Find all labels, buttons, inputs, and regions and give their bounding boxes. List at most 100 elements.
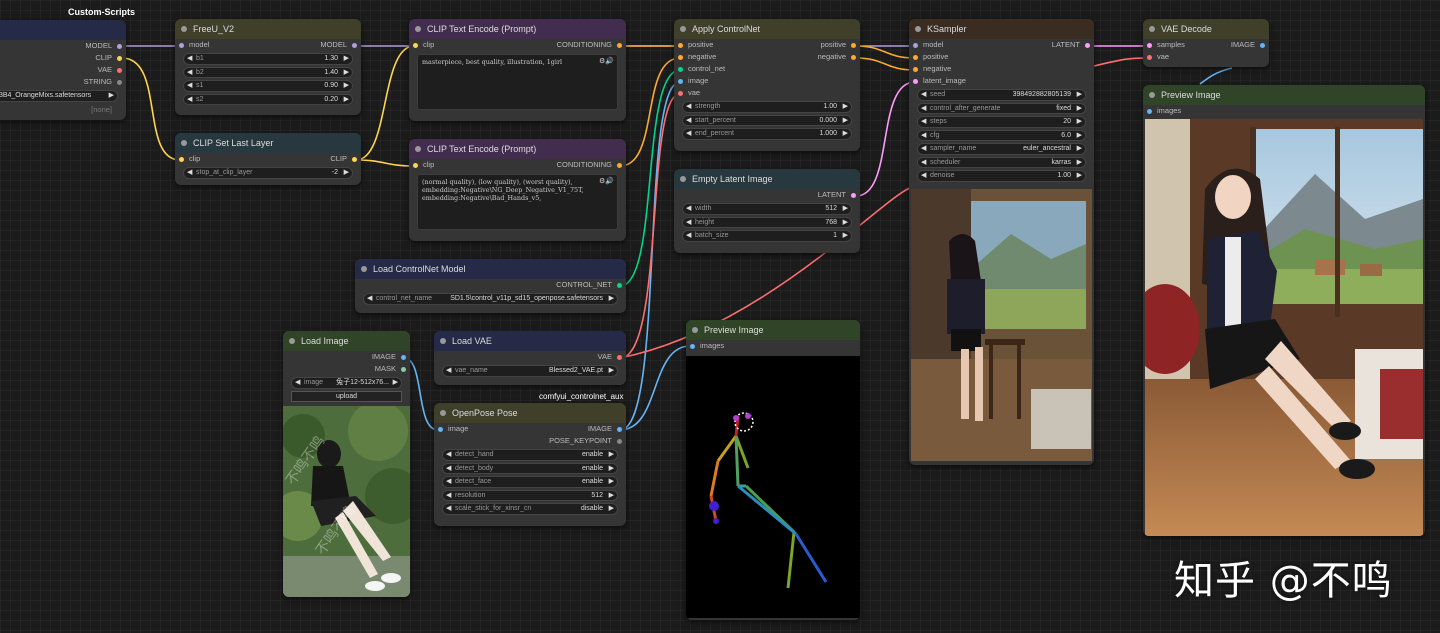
output-model[interactable]: MODEL xyxy=(0,40,126,52)
arrow-left-icon[interactable]: ◀ xyxy=(446,464,451,474)
arrow-left-icon[interactable]: ◀ xyxy=(446,491,451,501)
model-socket[interactable] xyxy=(117,44,122,49)
seed-widget[interactable]: ◀ seed 398492882805139 ▶ xyxy=(917,89,1086,101)
vae-decode-node[interactable]: VAE Decode samples IMAGE vae xyxy=(1143,19,1269,67)
arrow-right-icon[interactable]: ▶ xyxy=(344,68,349,78)
arrow-right-icon[interactable]: ▶ xyxy=(344,95,349,105)
arrow-right-icon[interactable]: ▶ xyxy=(609,464,614,474)
arrow-right-icon[interactable]: ▶ xyxy=(843,129,848,139)
arrow-left-icon[interactable]: ◀ xyxy=(187,95,192,105)
arrow-left-icon[interactable]: ◀ xyxy=(686,218,691,228)
arrow-left-icon[interactable]: ◀ xyxy=(446,366,451,376)
denoise-widget[interactable]: ◀ denoise 1.00 ▶ xyxy=(917,170,1086,182)
vae-decode-title-bar[interactable]: VAE Decode xyxy=(1143,19,1269,39)
sampler-name-widget[interactable]: ◀ sampler_name euler_ancestral ▶ xyxy=(917,143,1086,155)
arrow-right-icon[interactable]: ▶ xyxy=(843,218,848,228)
scale-stick-widget[interactable]: ◀ scale_stick_for_xinsr_cn disable ▶ xyxy=(442,503,618,515)
apply-row-image[interactable]: image xyxy=(674,75,860,87)
positive-input-socket[interactable] xyxy=(913,55,918,60)
arrow-left-icon[interactable]: ◀ xyxy=(446,504,451,514)
positive-input-socket[interactable] xyxy=(678,43,683,48)
openpose-row-keypoint[interactable]: POSE_KEYPOINT xyxy=(434,435,626,447)
collapse-dot-icon[interactable] xyxy=(181,26,187,32)
clip-output-socket[interactable] xyxy=(352,157,357,162)
ksampler-node[interactable]: KSampler model LATENT positive negative l… xyxy=(909,19,1094,465)
preview-pose-input[interactable]: images xyxy=(686,340,860,352)
ksampler-row-latent[interactable]: latent_image xyxy=(909,75,1094,87)
string-socket[interactable] xyxy=(117,80,122,85)
model-output-socket[interactable] xyxy=(352,43,357,48)
arrow-right-icon[interactable]: ▶ xyxy=(393,378,398,388)
conditioning-output-socket[interactable] xyxy=(617,163,622,168)
arrow-left-icon[interactable]: ◀ xyxy=(686,129,691,139)
load-vae-output[interactable]: VAE xyxy=(434,351,626,363)
mask-output-socket[interactable] xyxy=(401,367,406,372)
ksampler-row-positive[interactable]: positive xyxy=(909,51,1094,63)
ksampler-row-model[interactable]: model LATENT xyxy=(909,39,1094,51)
freeu-io[interactable]: model MODEL xyxy=(175,39,361,51)
collapse-dot-icon[interactable] xyxy=(692,327,698,333)
freeu-node[interactable]: FreeU_V2 model MODEL ◀ b1 1.30 ▶ ◀ b2 1.40 ▶ ◀… xyxy=(175,19,361,115)
collapse-dot-icon[interactable] xyxy=(415,146,421,152)
collapse-dot-icon[interactable] xyxy=(1149,26,1155,32)
arrow-right-icon[interactable]: ▶ xyxy=(344,81,349,91)
apply-controlnet-node[interactable]: Apply ControlNet positive positive negati… xyxy=(674,19,860,151)
latent-output-socket[interactable] xyxy=(851,193,856,198)
arrow-right-icon[interactable]: ▶ xyxy=(1077,158,1082,168)
output-string[interactable]: STRING xyxy=(0,76,126,88)
arrow-right-icon[interactable]: ▶ xyxy=(609,450,614,460)
apply-row-control-net[interactable]: control_net xyxy=(674,63,860,75)
apply-controlnet-title-bar[interactable]: Apply ControlNet xyxy=(674,19,860,39)
collapse-dot-icon[interactable] xyxy=(415,26,421,32)
cfg-widget[interactable]: ◀ cfg 6.0 ▶ xyxy=(917,129,1086,141)
image-select-widget[interactable]: ◀ image 兔子12-512x76... ▶ xyxy=(291,377,402,389)
negative-output-socket[interactable] xyxy=(851,55,856,60)
image-output-socket[interactable] xyxy=(1260,43,1265,48)
arrow-left-icon[interactable]: ◀ xyxy=(921,171,926,181)
arrow-left-icon[interactable]: ◀ xyxy=(367,294,372,304)
height-widget[interactable]: ◀ height 768 ▶ xyxy=(682,216,852,228)
collapse-dot-icon[interactable] xyxy=(680,176,686,182)
images-input-socket[interactable] xyxy=(1147,109,1152,114)
vae-decode-row-vae[interactable]: vae xyxy=(1143,51,1269,63)
ckpt-name-widget[interactable]: f3B4_OrangeMixs.safetensors ▶ xyxy=(0,90,118,102)
detect-body-widget[interactable]: ◀ detect_body enable ▶ xyxy=(442,462,618,474)
arrow-left-icon[interactable]: ◀ xyxy=(686,231,691,241)
arrow-left-icon[interactable]: ◀ xyxy=(921,90,926,100)
arrow-right-icon[interactable]: ▶ xyxy=(344,168,349,178)
arrow-right-icon[interactable]: ▶ xyxy=(843,204,848,214)
empty-latent-title-bar[interactable]: Empty Latent Image xyxy=(674,169,860,189)
arrow-left-icon[interactable]: ◀ xyxy=(921,144,926,154)
arrow-left-icon[interactable]: ◀ xyxy=(446,477,451,487)
load-vae-node[interactable]: Load VAE VAE ◀ vae_name Blessed2_VAE.pt ▶ xyxy=(434,331,626,385)
clip-text-encode-positive-node[interactable]: CLIP Text Encode (Prompt) clip CONDITION… xyxy=(409,19,626,121)
image-output-socket[interactable] xyxy=(401,355,406,360)
controlnet-output-socket[interactable] xyxy=(617,283,622,288)
checkpoint-title-bar[interactable] xyxy=(0,20,126,40)
load-image-title-bar[interactable]: Load Image xyxy=(283,331,410,351)
arrow-left-icon[interactable]: ◀ xyxy=(921,131,926,141)
arrow-right-icon[interactable]: ▶ xyxy=(1077,144,1082,154)
collapse-dot-icon[interactable] xyxy=(915,26,921,32)
s2-widget[interactable]: ◀ s2 0.20 ▶ xyxy=(183,93,353,105)
vae-output-socket[interactable] xyxy=(617,355,622,360)
load-image-output-mask[interactable]: MASK xyxy=(283,363,410,375)
preview-final-input[interactable]: images xyxy=(1143,105,1425,117)
arrow-right-icon[interactable]: ▶ xyxy=(344,54,349,64)
negative-input-socket[interactable] xyxy=(678,55,683,60)
load-vae-title-bar[interactable]: Load VAE xyxy=(434,331,626,351)
openpose-title-bar[interactable]: OpenPose Pose xyxy=(434,403,626,423)
apply-row-positive[interactable]: positive positive xyxy=(674,39,860,51)
collapse-dot-icon[interactable] xyxy=(440,338,446,344)
ksampler-title-bar[interactable]: KSampler xyxy=(909,19,1094,39)
arrow-right-icon[interactable]: ▶ xyxy=(609,491,614,501)
latent-input-socket[interactable] xyxy=(913,79,918,84)
width-widget[interactable]: ◀ width 512 ▶ xyxy=(682,203,852,215)
arrow-left-icon[interactable]: ◀ xyxy=(686,102,691,112)
load-image-node[interactable]: Load Image IMAGE MASK ◀ image 兔子12-512x76.… xyxy=(283,331,410,597)
output-vae[interactable]: VAE xyxy=(0,64,126,76)
preview-pose-node[interactable]: Preview Image images xyxy=(686,320,860,620)
arrow-left-icon[interactable]: ◀ xyxy=(187,81,192,91)
collapse-dot-icon[interactable] xyxy=(440,410,446,416)
batch-size-widget[interactable]: ◀ batch_size 1 ▶ xyxy=(682,230,852,242)
